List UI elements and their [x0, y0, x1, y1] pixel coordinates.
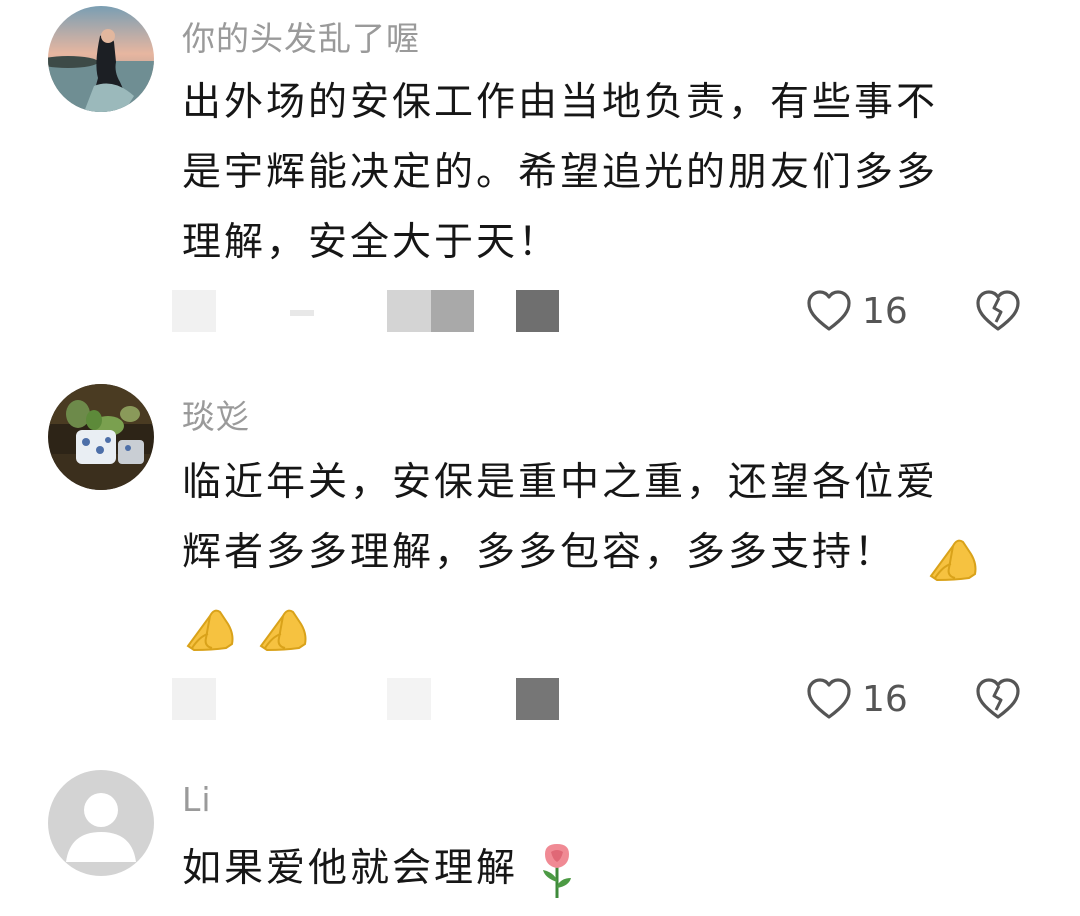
rose-emoji — [543, 843, 572, 898]
comment-line: 是宇辉能决定的。希望追光的朋友们多多 — [182, 150, 939, 195]
folded-hands-emoji — [929, 539, 977, 581]
blurred-action — [431, 290, 474, 332]
broken-heart-icon — [976, 290, 1020, 331]
comment-text: 出外场的安保工作由当地负责，有些事不 是宇辉能决定的。希望追光的朋友们多多 理解… — [182, 68, 1012, 278]
blurred-action — [172, 290, 216, 332]
blurred-action — [516, 678, 559, 720]
heart-icon — [807, 290, 851, 331]
comment-line: 辉者多多理解，多多包容，多多支持！ — [182, 518, 1012, 588]
folded-hands-emoji — [186, 609, 234, 651]
blurred-action — [387, 678, 431, 720]
comment-line-text: 辉者多多理解，多多包容，多多支持！ — [182, 530, 897, 575]
comment-item: 你的头发乱了喔 出外场的安保工作由当地负责，有些事不 是宇辉能决定的。希望追光的… — [0, 0, 1080, 370]
comment-item: Li 如果爱他就会理解 — [0, 760, 1080, 916]
comment-text: 如果爱他就会理解 — [182, 834, 1012, 904]
default-user-avatar — [48, 770, 154, 876]
comment-actions: 16 — [0, 674, 1080, 724]
comment-item: 琰彣 临近年关，安保是重中之重，还望各位爱 辉者多多理解，多多包容，多多支持！ — [0, 370, 1080, 760]
blurred-action — [516, 290, 559, 332]
username[interactable]: 琰彣 — [182, 390, 250, 438]
like-button[interactable]: 16 — [806, 286, 908, 336]
dislike-button[interactable] — [974, 288, 1022, 336]
comment-line — [182, 588, 1012, 658]
comment-actions: 16 — [0, 286, 1080, 336]
folded-hands-emoji — [259, 609, 307, 651]
blurred-action — [290, 310, 314, 316]
comment-line: 如果爱他就会理解 — [182, 834, 1012, 904]
dislike-button[interactable] — [974, 676, 1022, 724]
username[interactable]: 你的头发乱了喔 — [182, 12, 420, 60]
like-button[interactable]: 16 — [806, 674, 908, 724]
heart-icon — [807, 678, 851, 719]
username[interactable]: Li — [182, 780, 212, 819]
like-count: 16 — [862, 678, 908, 720]
blurred-action — [172, 678, 216, 720]
comment-text: 临近年关，安保是重中之重，还望各位爱 辉者多多理解，多多包容，多多支持！ — [182, 448, 1012, 658]
broken-heart-icon — [976, 678, 1020, 719]
avatar[interactable] — [48, 770, 154, 876]
woman-by-lake-avatar — [48, 6, 154, 112]
blurred-action — [387, 290, 431, 332]
comment-line: 临近年关，安保是重中之重，还望各位爱 — [182, 460, 939, 505]
like-count: 16 — [862, 290, 908, 332]
comment-line-text: 如果爱他就会理解 — [182, 846, 519, 891]
avatar[interactable] — [48, 6, 154, 112]
avatar[interactable] — [48, 384, 154, 490]
plant-pot-avatar — [48, 384, 154, 490]
comment-line: 理解，安全大于天！ — [182, 220, 561, 265]
comment-line: 出外场的安保工作由当地负责，有些事不 — [182, 80, 939, 125]
